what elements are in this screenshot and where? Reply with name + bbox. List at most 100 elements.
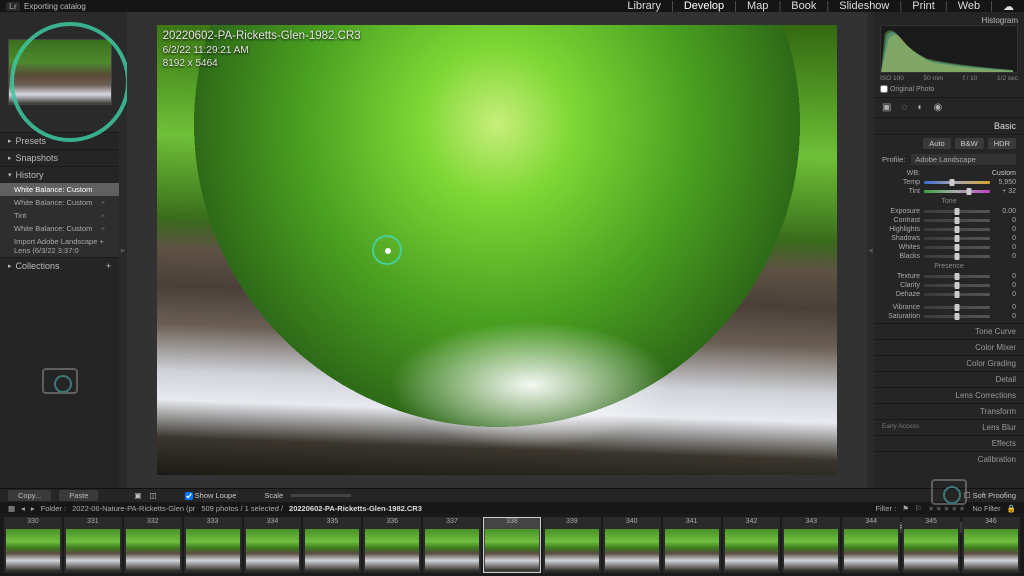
panel-transform[interactable]: Transform xyxy=(874,403,1024,419)
heal-tool-icon[interactable]: ◌ xyxy=(901,102,907,113)
contrast-slider[interactable] xyxy=(924,219,990,222)
navigator-thumbnail[interactable] xyxy=(8,39,112,105)
title-bar: Lr Exporting catalog Library| Develop| M… xyxy=(0,0,1024,12)
panel-lens-corrections[interactable]: Lens Corrections xyxy=(874,387,1024,403)
basic-sliders: WB: Custom Temp5,950 Tint+ 32 Tone Expos… xyxy=(874,167,1024,323)
main-image[interactable]: 20220602-PA-Ricketts-Glen-1982.CR3 6/2/2… xyxy=(157,25,837,475)
redeye-tool-icon[interactable]: ◉ xyxy=(933,102,942,113)
panel-tone-curve[interactable]: Tone Curve xyxy=(874,323,1024,339)
whites-slider[interactable] xyxy=(924,246,990,249)
camera-icon xyxy=(931,479,967,505)
filmstrip-thumb[interactable]: 334 xyxy=(244,517,302,573)
filter-lock-icon[interactable]: 🔒 xyxy=(1007,504,1016,513)
filmstrip-thumb[interactable]: 340 xyxy=(603,517,661,573)
right-panel-handle[interactable]: ◂ xyxy=(867,12,874,488)
history-item[interactable]: White Balance: Custom xyxy=(0,183,119,196)
module-library[interactable]: Library xyxy=(623,0,665,13)
hdr-button[interactable]: HDR xyxy=(988,138,1016,149)
module-print[interactable]: Print xyxy=(908,0,939,13)
panel-color-mixer[interactable]: Color Mixer xyxy=(874,339,1024,355)
clarity-slider[interactable] xyxy=(924,284,990,287)
profile-label: Profile: xyxy=(882,155,905,164)
panel-effects[interactable]: Effects xyxy=(874,435,1024,451)
copy-button[interactable]: Copy... xyxy=(8,490,51,501)
mask-tool-icon[interactable]: ◐ xyxy=(917,102,923,113)
temp-slider[interactable] xyxy=(924,181,990,184)
histogram-exif: ISO 10050 mmf / 101/2 sec xyxy=(880,75,1018,82)
texture-slider[interactable] xyxy=(924,275,990,278)
filmstrip-thumb[interactable]: 343 xyxy=(782,517,840,573)
show-loupe-checkbox[interactable] xyxy=(185,492,193,500)
filmstrip-thumb[interactable]: 331 xyxy=(64,517,122,573)
panel-color-grading[interactable]: Color Grading xyxy=(874,355,1024,371)
filmstrip-thumb[interactable]: 338 xyxy=(483,517,541,573)
original-photo-checkbox[interactable] xyxy=(880,85,888,93)
nav-back-icon[interactable]: ◂ xyxy=(21,504,25,513)
crop-tool-icon[interactable]: ▣ xyxy=(882,102,891,113)
filmstrip-thumb[interactable]: 345 xyxy=(902,517,960,573)
filmstrip-thumb[interactable]: 333 xyxy=(184,517,242,573)
filmstrip-thumb[interactable]: 342 xyxy=(723,517,781,573)
history-header[interactable]: ▾History xyxy=(0,167,119,183)
basic-panel-header[interactable]: Basic xyxy=(874,118,1024,135)
collections-header[interactable]: ▸Collections+ xyxy=(0,258,119,274)
navigator-panel[interactable] xyxy=(0,12,119,132)
module-map[interactable]: Map xyxy=(743,0,772,13)
nav-fwd-icon[interactable]: ▸ xyxy=(31,504,35,513)
filmstrip-thumb[interactable]: 336 xyxy=(363,517,421,573)
filmstrip-thumb[interactable]: 335 xyxy=(303,517,361,573)
module-slideshow[interactable]: Slideshow xyxy=(835,0,893,13)
histogram[interactable] xyxy=(880,25,1018,73)
module-book[interactable]: Book xyxy=(787,0,820,13)
loupe-view: 20220602-PA-Ricketts-Glen-1982.CR3 6/2/2… xyxy=(127,12,867,488)
history-item[interactable]: White Balance: Custom× xyxy=(0,196,119,209)
history-item[interactable]: White Balance: Custom× xyxy=(0,222,119,235)
wb-dropdown[interactable]: Custom xyxy=(992,170,1016,177)
overlay-dimensions: 8192 x 5464 xyxy=(163,57,361,70)
histogram-header[interactable]: Histogram xyxy=(880,16,1018,25)
filmstrip-thumb[interactable]: 332 xyxy=(124,517,182,573)
cloud-icon[interactable]: ☁ xyxy=(999,0,1018,13)
loupe-view-icon[interactable]: ▣ xyxy=(134,491,141,500)
snapshots-header[interactable]: ▸Snapshots xyxy=(0,150,119,166)
filmstrip-thumb[interactable]: 330 xyxy=(4,517,62,573)
overlay-datetime: 6/2/22 11:29:21 AM xyxy=(163,44,361,57)
selected-filename: 20220602-PA-Ricketts-Glen-1982.CR3 xyxy=(289,504,422,513)
vibrance-slider[interactable] xyxy=(924,306,990,309)
module-web[interactable]: Web xyxy=(954,0,984,13)
overlay-filename: 20220602-PA-Ricketts-Glen-1982.CR3 xyxy=(163,29,361,44)
exposure-slider[interactable] xyxy=(924,210,990,213)
bw-button[interactable]: B&W xyxy=(955,138,984,149)
profile-value[interactable]: Adobe Landscape xyxy=(911,154,1016,165)
panel-lens-blur[interactable]: Early AccessLens Blur xyxy=(874,419,1024,435)
panel-calibration[interactable]: Calibration xyxy=(874,451,1024,467)
filmstrip[interactable]: 3303313323333343353363373383393403413423… xyxy=(0,514,1024,576)
module-develop[interactable]: Develop xyxy=(680,0,728,13)
filmstrip-thumb[interactable]: 341 xyxy=(663,517,721,573)
filter-flag-icon[interactable]: ⚑ xyxy=(902,504,909,513)
history-item[interactable]: Import Adobe Landscape + Lens (6/3/22 3:… xyxy=(0,235,119,257)
photo-count: 509 photos / 1 selected / xyxy=(201,504,283,513)
panel-detail[interactable]: Detail xyxy=(874,371,1024,387)
scale-slider[interactable] xyxy=(291,494,351,497)
filmstrip-thumb[interactable]: 337 xyxy=(423,517,481,573)
folder-name[interactable]: 2022-06-Nature-PA-Ricketts-Glen (pr xyxy=(72,504,195,513)
grid-icon[interactable]: ▦ xyxy=(8,504,15,513)
tint-slider[interactable] xyxy=(924,190,990,193)
blacks-slider[interactable] xyxy=(924,255,990,258)
presets-header[interactable]: ▸Presets xyxy=(0,133,119,149)
shadows-slider[interactable] xyxy=(924,237,990,240)
history-item[interactable]: Tint× xyxy=(0,209,119,222)
saturation-slider[interactable] xyxy=(924,315,990,318)
left-panel: ▸Presets ▸Snapshots ▾History White Balan… xyxy=(0,12,119,488)
filmstrip-thumb[interactable]: 344 xyxy=(842,517,900,573)
before-after-icon[interactable]: ◫ xyxy=(149,491,156,500)
camera-icon xyxy=(42,368,78,394)
filmstrip-thumb[interactable]: 346 xyxy=(962,517,1020,573)
auto-button[interactable]: Auto xyxy=(923,138,950,149)
dehaze-slider[interactable] xyxy=(924,293,990,296)
left-panel-handle[interactable]: ▸ xyxy=(119,12,126,488)
filmstrip-thumb[interactable]: 339 xyxy=(543,517,601,573)
highlights-slider[interactable] xyxy=(924,228,990,231)
paste-button[interactable]: Paste xyxy=(59,490,98,501)
